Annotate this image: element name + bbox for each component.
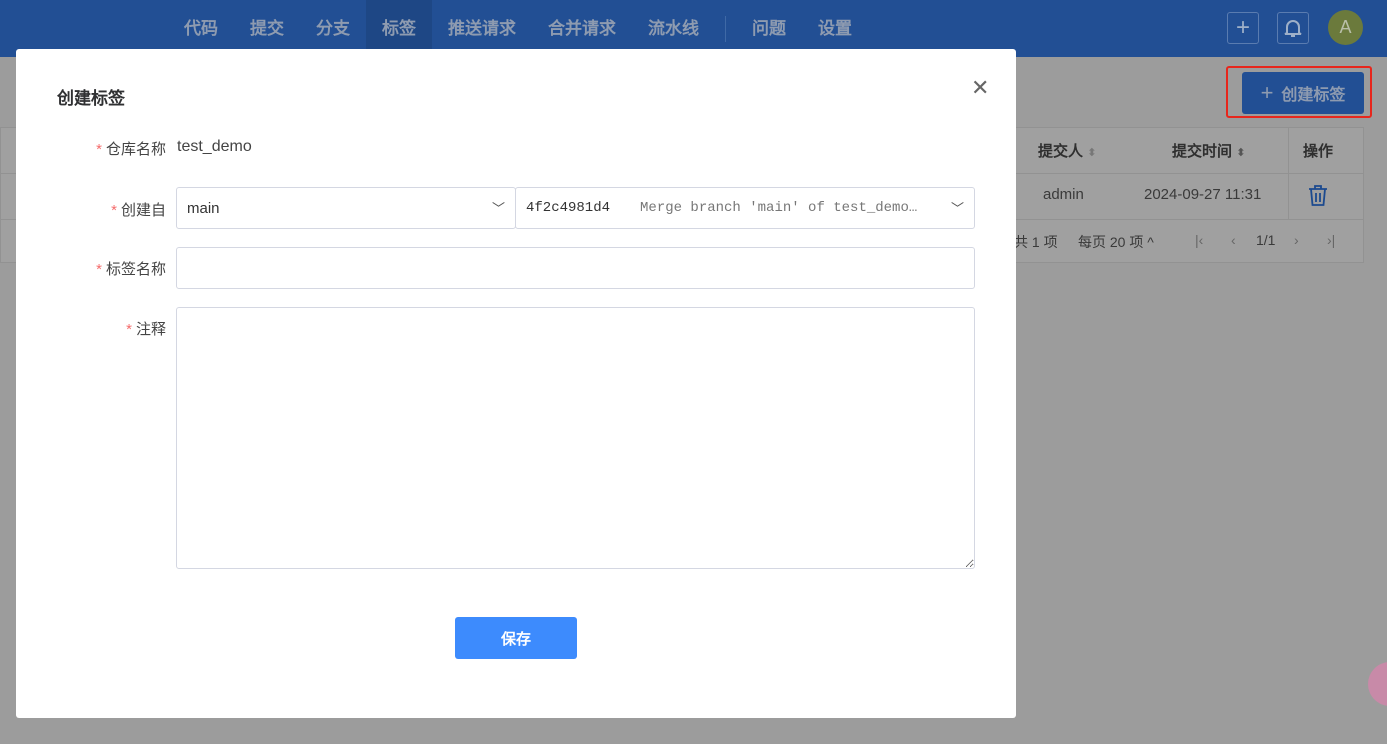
page-size-select[interactable]: 每页 20 项 ^ bbox=[1078, 232, 1154, 252]
header-committer[interactable]: 提交人 ⬍ bbox=[1038, 140, 1096, 161]
bell-icon bbox=[1284, 20, 1302, 37]
header-actions: 操作 bbox=[1303, 143, 1334, 160]
chevron-up-icon: ^ bbox=[1147, 234, 1154, 250]
create-from-label: * 创建自 bbox=[111, 202, 166, 219]
trash-icon[interactable] bbox=[1308, 185, 1328, 207]
chevron-down-icon: ﹀ bbox=[491, 201, 505, 216]
last-page-icon[interactable]: ›| bbox=[1327, 232, 1335, 248]
notifications-button[interactable] bbox=[1277, 12, 1309, 44]
save-button[interactable]: 保存 bbox=[455, 617, 577, 659]
next-page-icon[interactable]: › bbox=[1294, 232, 1299, 248]
plus-icon: + bbox=[1235, 14, 1250, 41]
repo-name-value: test_demo bbox=[177, 138, 252, 155]
close-icon[interactable]: ✕ bbox=[971, 75, 989, 101]
repo-name-label: * 仓库名称 bbox=[96, 141, 166, 158]
sort-icon: ⬍ bbox=[1087, 147, 1097, 159]
nav-divider bbox=[725, 15, 726, 42]
sort-icon: ⬍ bbox=[1236, 147, 1246, 159]
chevron-down-icon: ﹀ bbox=[950, 202, 964, 217]
first-page-icon[interactable]: |‹ bbox=[1195, 232, 1203, 248]
header-commit-time[interactable]: 提交时间 ⬍ bbox=[1172, 140, 1245, 161]
tag-name-label: * 标签名称 bbox=[96, 261, 166, 278]
cell-commit-time: 2024-09-27 11:31 bbox=[1144, 186, 1262, 203]
pager-total: 共 1 项 bbox=[1014, 234, 1058, 250]
page-indicator: 1/1 bbox=[1256, 232, 1276, 248]
tag-name-input[interactable] bbox=[176, 247, 975, 289]
dialog-title: 创建标签 bbox=[57, 89, 125, 108]
commit-select[interactable]: 4f2c4981d4 Merge branch 'main' of test_de… bbox=[515, 187, 975, 229]
cell-committer: admin bbox=[1043, 186, 1084, 203]
branch-select[interactable]: main ﹀ bbox=[176, 187, 516, 229]
prev-page-icon[interactable]: ‹ bbox=[1231, 232, 1236, 248]
highlight-box bbox=[1226, 66, 1372, 118]
add-button[interactable]: + bbox=[1227, 12, 1259, 44]
floating-help-button[interactable] bbox=[1368, 662, 1387, 706]
avatar[interactable]: A bbox=[1328, 10, 1363, 45]
create-tag-dialog: 创建标签 ✕ * 仓库名称 test_demo * 创建自 main ﹀ 4f2c49… bbox=[16, 49, 1016, 718]
note-textarea[interactable] bbox=[176, 307, 975, 569]
note-label: * 注释 bbox=[126, 321, 166, 338]
